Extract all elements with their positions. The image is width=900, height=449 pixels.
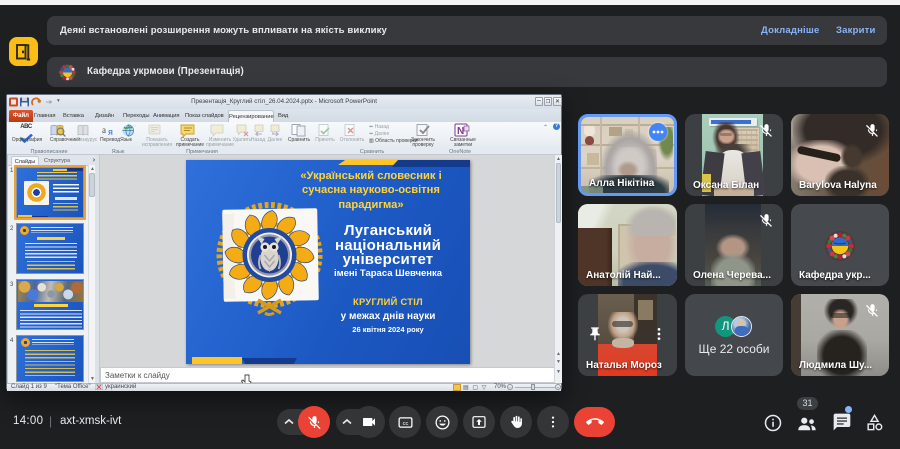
svg-text:я: я xyxy=(108,127,113,137)
svg-text:cc: cc xyxy=(402,420,408,426)
svg-text:N: N xyxy=(457,126,464,137)
svg-text:a: a xyxy=(102,125,106,135)
